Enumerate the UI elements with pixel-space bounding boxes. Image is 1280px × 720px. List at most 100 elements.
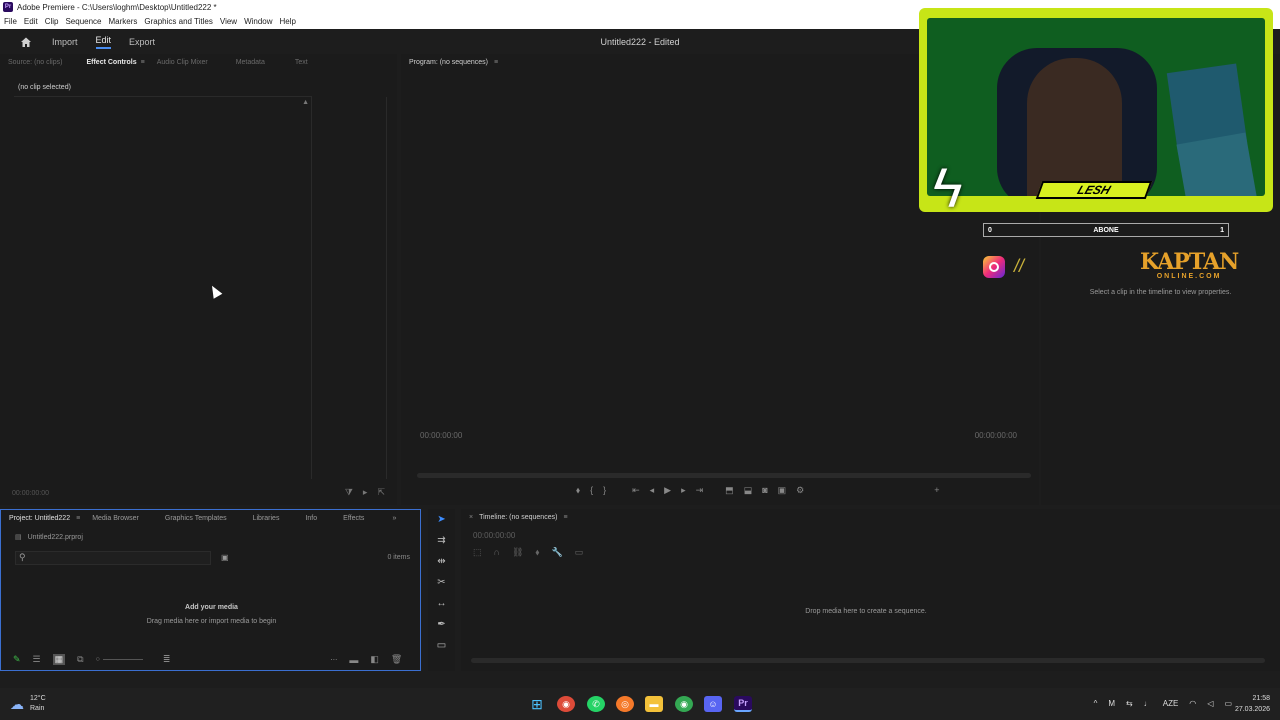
mark-in-icon[interactable]: { <box>590 485 593 496</box>
tab-audio-clip-mixer[interactable]: Audio Clip Mixer <box>157 59 208 66</box>
panel-menu-icon[interactable]: ≡ <box>76 515 80 522</box>
trash-icon[interactable]: 🗑 <box>391 654 402 665</box>
captions-icon[interactable]: ▭ <box>575 547 584 558</box>
insert-sequence-icon[interactable]: ⬚ <box>473 547 482 558</box>
menu-help[interactable]: Help <box>280 17 296 26</box>
slip-tool-icon[interactable]: ↔ <box>428 593 455 614</box>
new-item-icon[interactable]: ◧ <box>370 654 379 665</box>
add-button-icon[interactable]: + <box>934 485 939 496</box>
menu-file[interactable]: File <box>4 17 17 26</box>
step-back-icon[interactable]: ◂ <box>650 485 655 496</box>
panel-menu-icon[interactable]: ≡ <box>494 59 498 66</box>
file-explorer-icon[interactable]: ▬ <box>645 696 663 712</box>
settings-icon[interactable]: ⚙ <box>796 485 804 496</box>
windows-start-icon[interactable]: ⊞ <box>528 696 546 712</box>
tab-effect-controls[interactable]: Effect Controls <box>86 59 136 66</box>
zoom-slider[interactable] <box>102 659 143 660</box>
zoom-slider-handle[interactable]: ○ <box>96 656 100 663</box>
sort-icon[interactable]: ≣ <box>163 654 171 665</box>
play-audio-icon[interactable]: ▸ <box>363 487 368 498</box>
mark-out-icon[interactable]: } <box>603 485 606 496</box>
comparison-view-icon[interactable]: ▣ <box>778 485 787 496</box>
snap-icon[interactable]: ∩ <box>494 547 500 558</box>
timeline-timecode[interactable]: 00:00:00:00 <box>473 531 515 540</box>
track-select-tool-icon[interactable]: ⇉ <box>428 530 455 551</box>
tab-edit[interactable]: Edit <box>95 35 112 49</box>
new-bin-from-search-icon[interactable]: ▣ <box>221 553 229 562</box>
linked-selection-icon[interactable]: ⛓ <box>512 547 523 558</box>
panel-menu-icon[interactable]: ≡ <box>563 514 567 521</box>
tab-effects[interactable]: Effects <box>343 515 364 522</box>
menu-sequence[interactable]: Sequence <box>65 17 101 26</box>
pen-tool-icon[interactable]: ✒ <box>428 614 455 635</box>
selection-tool-icon[interactable]: ➤ <box>428 509 455 530</box>
weather-widget[interactable]: ☁ 12°C Rain <box>10 694 46 714</box>
clock[interactable]: 21:58 27.03.2026 <box>1235 693 1270 715</box>
tab-graphics-templates[interactable]: Graphics Templates <box>165 515 227 522</box>
home-icon[interactable] <box>20 36 32 48</box>
menu-view[interactable]: View <box>220 17 237 26</box>
extract-icon[interactable]: ⬓ <box>744 485 753 496</box>
lift-icon[interactable]: ⬒ <box>725 485 734 496</box>
program-transport-controls: ⬧ { } ⇤ ◂ ▶ ▸ ⇥ ⬒ ⬓ ◙ ▣ ⚙ + <box>576 485 940 496</box>
add-marker-icon[interactable]: ⬧ <box>576 485 580 496</box>
tab-project[interactable]: Project: Untitled222 <box>9 515 70 522</box>
icon-view-icon[interactable]: ▦ <box>52 654 66 665</box>
menu-edit[interactable]: Edit <box>24 17 38 26</box>
effect-controls-list[interactable]: ▲ <box>14 97 312 479</box>
language-indicator[interactable]: AZE <box>1163 699 1179 708</box>
whatsapp-icon[interactable]: ✆ <box>587 696 605 712</box>
chevron-up-icon[interactable]: ^ <box>1094 699 1098 708</box>
battery-icon[interactable]: ▭ <box>1224 699 1232 708</box>
list-view-icon[interactable]: ☰ <box>33 654 41 665</box>
export-icon[interactable]: ⇱ <box>377 487 385 498</box>
rectangle-tool-icon[interactable]: ▭ <box>428 635 455 656</box>
effect-timeline-area[interactable] <box>313 97 387 479</box>
premiere-taskbar-icon[interactable]: Pr <box>734 696 752 712</box>
play-icon[interactable]: ▶ <box>664 485 671 496</box>
tray-app-icon[interactable]: M <box>1108 699 1115 708</box>
microphone-icon[interactable]: ♩ <box>1144 699 1152 708</box>
program-scrubber[interactable] <box>417 473 1031 478</box>
close-icon[interactable]: × <box>469 514 473 521</box>
blender-icon[interactable]: ◎ <box>616 696 634 712</box>
wrench-icon[interactable]: 🔧 <box>551 547 562 558</box>
menu-graphics-and-titles[interactable]: Graphics and Titles <box>144 17 212 26</box>
tab-import[interactable]: Import <box>52 37 78 47</box>
new-bin-icon[interactable]: ▬ <box>349 655 358 665</box>
chrome-icon[interactable]: ◉ <box>557 696 575 712</box>
filter-icon[interactable]: ⧩ <box>345 487 353 498</box>
menu-clip[interactable]: Clip <box>45 17 59 26</box>
export-frame-icon[interactable]: ◙ <box>762 485 767 496</box>
tab-source[interactable]: Source: (no clips) <box>8 59 62 66</box>
menu-markers[interactable]: Markers <box>109 17 138 26</box>
chrome-alt-icon[interactable]: ◉ <box>675 696 693 712</box>
tab-metadata[interactable]: Metadata <box>236 59 265 66</box>
panel-menu-icon[interactable]: ≡ <box>141 59 145 66</box>
step-forward-icon[interactable]: ▸ <box>681 485 686 496</box>
timeline-title[interactable]: Timeline: (no sequences) <box>479 514 557 521</box>
tray-sync-icon[interactable]: ⇆ <box>1126 699 1133 708</box>
wifi-icon[interactable]: ◠ <box>1189 699 1196 708</box>
ripple-edit-tool-icon[interactable]: ⇹ <box>428 551 455 572</box>
menu-window[interactable]: Window <box>244 17 272 26</box>
more-tabs-icon[interactable]: » <box>392 515 396 522</box>
tab-info[interactable]: Info <box>305 515 317 522</box>
go-to-in-icon[interactable]: ⇤ <box>632 485 640 496</box>
go-to-out-icon[interactable]: ⇥ <box>696 485 704 496</box>
freeform-view-icon[interactable]: ⧉ <box>77 654 83 665</box>
timeline-scrollbar[interactable] <box>471 658 1265 663</box>
scroll-up-icon[interactable]: ▲ <box>302 99 309 106</box>
tab-libraries[interactable]: Libraries <box>253 515 280 522</box>
automate-icon[interactable]: ⋯ <box>330 656 337 664</box>
add-marker-icon[interactable]: ⬧ <box>535 547 539 558</box>
razor-tool-icon[interactable]: ✂ <box>428 572 455 593</box>
tab-text[interactable]: Text <box>295 59 308 66</box>
discord-icon[interactable]: ☺ <box>704 696 722 712</box>
volume-icon[interactable]: ◁ <box>1207 699 1213 708</box>
tab-media-browser[interactable]: Media Browser <box>92 515 139 522</box>
program-monitor-title[interactable]: Program: (no sequences) <box>409 59 488 66</box>
pencil-icon[interactable]: ✎ <box>13 654 21 665</box>
project-search-input[interactable]: ⚲ <box>15 551 211 565</box>
tab-export[interactable]: Export <box>129 37 155 47</box>
